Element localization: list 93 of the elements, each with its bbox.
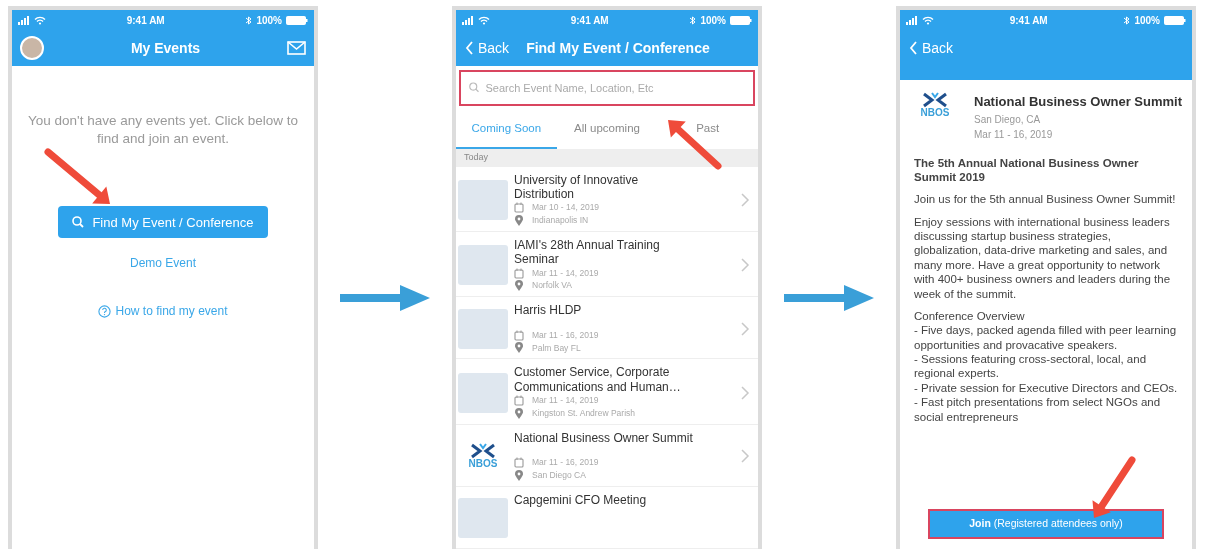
event-title: IAMI's 28th Annual Training Seminar xyxy=(514,237,661,267)
logo-text: NBOS xyxy=(468,459,498,470)
calendar-icon xyxy=(514,329,524,341)
back-chevron-icon xyxy=(465,41,474,55)
location-pin-icon xyxy=(514,469,524,481)
calendar-icon xyxy=(514,202,524,214)
chevron-right-icon xyxy=(740,385,750,400)
screen-title: My Events xyxy=(130,38,201,58)
calendar-icon xyxy=(514,395,524,406)
event-logo xyxy=(458,498,508,539)
search-input[interactable]: Search Event Name, Location, Etc xyxy=(483,78,745,98)
signal-icon xyxy=(462,15,473,25)
signal-icon xyxy=(906,15,917,25)
pointer-arrow xyxy=(44,148,110,204)
event-title: University of Innovative Distribution xyxy=(514,172,640,202)
signal-icon xyxy=(18,15,29,25)
empty-message: You don't have any events yet. Click below to find and join an event. xyxy=(27,112,299,149)
back-button[interactable]: Back xyxy=(908,36,955,60)
event-location: Indianapolis IN xyxy=(532,214,589,227)
search-field[interactable]: Search Event Name, Location, Etc xyxy=(459,70,755,106)
event-logo xyxy=(458,308,508,349)
battery-icon xyxy=(730,15,752,25)
calendar-icon xyxy=(514,457,524,469)
overview-item: - Five days, packed agenda filled with peer learning opportunities and provacative speakers. xyxy=(914,323,1178,352)
chevron-right-icon xyxy=(740,192,750,207)
event-location: San Diego CA xyxy=(532,469,586,482)
event-location: Palm Bay FL xyxy=(532,341,581,355)
overview-item: - Fast pitch presentations from select NGOs and social entrepreneurs xyxy=(914,395,1162,424)
screen-title: Find My Event / Conference xyxy=(526,38,710,58)
status-time: 9:41 AM xyxy=(125,13,166,28)
help-link[interactable]: How to find my event xyxy=(98,302,228,321)
status-time: 9:41 AM xyxy=(569,13,610,28)
wifi-icon xyxy=(34,15,46,25)
event-title: Harris HLDP xyxy=(514,303,583,318)
join-button[interactable]: Join (Registered attendees only) xyxy=(928,509,1164,539)
event-dates: Mar 11 - 16, 2019 xyxy=(974,127,1054,142)
event-dates: Mar 11 - 14, 2019 xyxy=(532,394,599,407)
chevron-right-icon xyxy=(740,258,750,273)
bluetooth-icon xyxy=(245,15,253,25)
pointer-arrow xyxy=(1092,456,1136,518)
help-icon xyxy=(98,304,112,318)
battery-icon xyxy=(286,15,308,25)
battery-percent: 100% xyxy=(700,13,726,28)
mail-icon[interactable] xyxy=(287,41,306,55)
section-header: Today xyxy=(456,149,758,167)
calendar-icon xyxy=(514,267,524,279)
status-time: 9:41 AM xyxy=(1008,13,1049,28)
bluetooth-icon xyxy=(1123,15,1131,25)
location-pin-icon xyxy=(514,342,524,354)
location-pin-icon xyxy=(514,407,524,419)
logo-text: NBOS xyxy=(920,108,950,118)
event-location: Norfolk VA xyxy=(532,279,572,293)
event-dates: Mar 11 - 16, 2019 xyxy=(532,328,599,342)
event-logo xyxy=(458,372,508,413)
event-title: National Business Owner Summit xyxy=(974,93,1183,111)
location-pin-icon xyxy=(514,280,524,292)
avatar[interactable] xyxy=(20,36,44,60)
event-dates: Mar 11 - 16, 2019 xyxy=(532,456,599,470)
find-event-button[interactable]: Find My Event / Conference xyxy=(58,206,268,239)
overview-heading: Conference Overview xyxy=(914,308,1026,324)
back-button[interactable]: Back xyxy=(464,36,511,60)
pointer-arrow xyxy=(668,120,722,170)
back-chevron-icon xyxy=(909,41,918,55)
event-logo xyxy=(458,179,508,220)
event-dates: Mar 11 - 14, 2019 xyxy=(532,266,599,280)
location-pin-icon xyxy=(514,215,524,227)
battery-percent: 100% xyxy=(1134,13,1160,28)
wifi-icon xyxy=(478,15,490,25)
search-icon xyxy=(72,216,85,229)
event-title: National Business Owner Summit xyxy=(514,430,694,446)
nbos-logo-icon xyxy=(469,443,497,460)
nbos-logo-icon xyxy=(921,92,949,108)
search-icon xyxy=(469,82,480,94)
description-paragraph: Join us for the 5th annual Business Owner Summit! xyxy=(914,192,1177,207)
event-title: Capgemini CFO Meeting xyxy=(514,492,648,508)
event-dates: Mar 10 - 14, 2019 xyxy=(532,201,600,215)
description-paragraph: Enjoy sessions with international business leaders discussing startup business strategies, globalization, data-drive marketing and sales, and many more. Have a great opportunity to network with 400+ business owners and leaders during the week of the summit. xyxy=(914,214,1172,301)
demo-event-link[interactable]: Demo Event xyxy=(130,254,196,273)
bluetooth-icon xyxy=(689,15,697,25)
filter-tab[interactable]: Past xyxy=(657,109,758,150)
battery-percent: 100% xyxy=(256,13,282,28)
chevron-right-icon xyxy=(740,321,750,336)
overview-item: - Private session for Executive Directors and CEOs. xyxy=(914,380,1178,396)
battery-icon xyxy=(1164,15,1186,25)
wifi-icon xyxy=(922,15,934,25)
event-location: San Diego, CA xyxy=(974,112,1042,127)
overview-item: - Sessions featuring cross-sectoral, local, and regional experts. xyxy=(914,352,1148,381)
chevron-right-icon xyxy=(740,449,750,464)
event-logo xyxy=(458,245,508,286)
filter-tab[interactable]: All upcoming xyxy=(556,109,658,150)
event-location: Kingston St. Andrew Parish xyxy=(532,406,635,420)
event-heading: The 5th Annual National Business Owner Summit 2019 xyxy=(914,155,1140,185)
event-title: Customer Service, Corporate Communications and Human… xyxy=(514,365,682,395)
